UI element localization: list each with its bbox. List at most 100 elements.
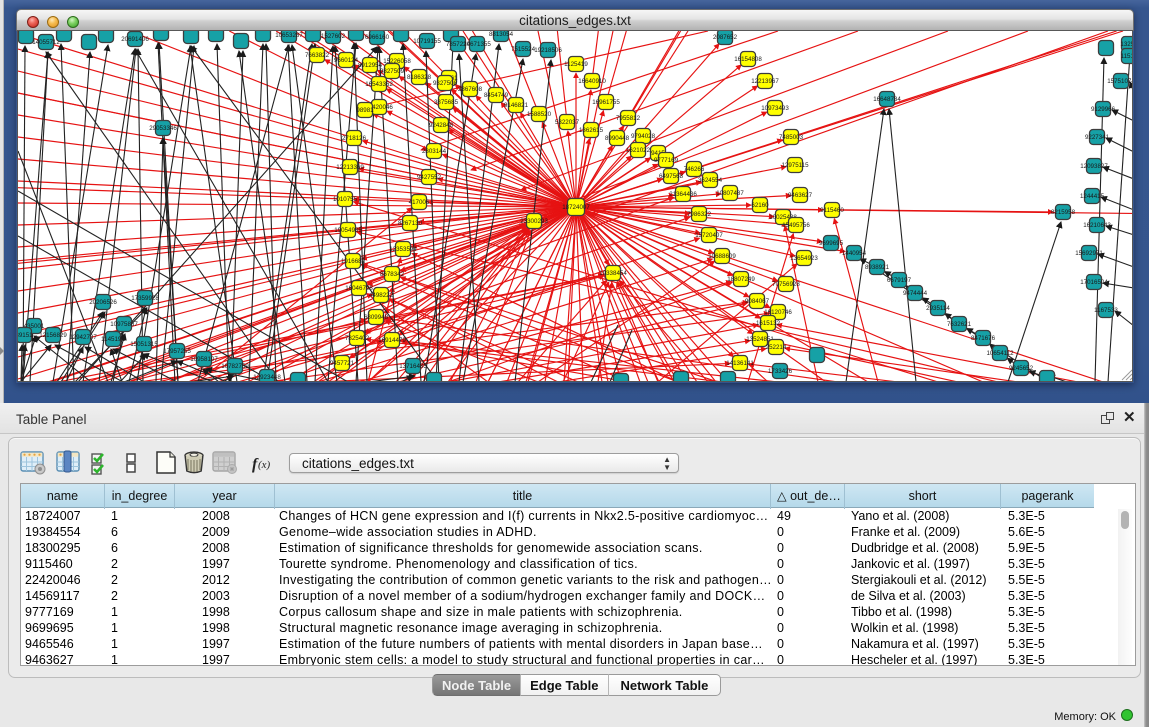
svg-text:23300293: 23300293 — [520, 218, 548, 225]
svg-text:8471676: 8471676 — [971, 335, 996, 342]
svg-text:9084067: 9084067 — [745, 298, 770, 305]
svg-text:10782759: 10782759 — [221, 363, 249, 370]
svg-text:17016504: 17016504 — [1080, 279, 1108, 286]
svg-text:746266: 746266 — [684, 166, 705, 173]
svg-text:1440954: 1440954 — [842, 250, 867, 257]
svg-text:10719155: 10719155 — [413, 38, 441, 45]
svg-text:16961755: 16961755 — [592, 99, 620, 106]
svg-text:7632621: 7632621 — [947, 321, 972, 328]
svg-text:1615132: 1615132 — [756, 320, 781, 327]
svg-text:9777169: 9777169 — [654, 157, 679, 164]
svg-text:16543362: 16543362 — [365, 81, 393, 88]
svg-text:20691406: 20691406 — [121, 36, 149, 43]
svg-text:6966160: 6966160 — [365, 34, 390, 41]
svg-text:7485003: 7485003 — [779, 134, 804, 141]
svg-text:20206526: 20206526 — [89, 299, 117, 306]
svg-text:2867608: 2867608 — [458, 86, 483, 93]
svg-text:2718126: 2718126 — [342, 135, 367, 142]
svg-text:14136141: 14136141 — [726, 360, 754, 367]
svg-text:7986322: 7986322 — [687, 211, 712, 218]
svg-text:16914479: 16914479 — [378, 337, 406, 344]
svg-text:13654923: 13654923 — [790, 255, 818, 262]
svg-text:3624554: 3624554 — [698, 177, 723, 184]
svg-text:12942737: 12942737 — [69, 334, 97, 341]
svg-text:8813054: 8813054 — [489, 31, 514, 38]
svg-text:12213967: 12213967 — [751, 78, 779, 85]
svg-text:8186328: 8186328 — [407, 74, 432, 81]
svg-text:12093827: 12093827 — [1080, 163, 1108, 170]
svg-text:10654112: 10654112 — [986, 350, 1014, 357]
svg-text:2087652: 2087652 — [713, 34, 738, 41]
svg-text:19338454: 19338454 — [599, 270, 627, 277]
svg-text:1244415: 1244415 — [1080, 193, 1105, 200]
svg-text:10975867: 10975867 — [110, 321, 138, 328]
svg-text:5322037: 5322037 — [555, 119, 580, 126]
svg-text:10688609: 10688609 — [708, 253, 736, 260]
svg-text:(x): (x) — [258, 459, 271, 471]
svg-text:8267130: 8267130 — [398, 220, 423, 227]
svg-text:11512: 11512 — [1121, 53, 1133, 60]
svg-text:1125419: 1125419 — [564, 61, 588, 68]
svg-text:9463627: 9463627 — [788, 192, 813, 199]
svg-text:9146821: 9146821 — [504, 102, 529, 109]
svg-text:7663822: 7663822 — [305, 52, 330, 59]
svg-text:16640910: 16640910 — [578, 78, 606, 85]
svg-text:10807487: 10807487 — [716, 190, 744, 197]
svg-text:1145191: 1145191 — [101, 336, 125, 343]
svg-text:7515524: 7515524 — [511, 46, 536, 53]
svg-text:13254: 13254 — [1120, 41, 1133, 48]
svg-text:6679197: 6679197 — [887, 277, 912, 284]
svg-text:15751074: 15751074 — [1107, 78, 1133, 85]
svg-text:10973493: 10973493 — [761, 105, 789, 112]
svg-text:2803144: 2803144 — [422, 148, 447, 155]
svg-text:1916682: 1916682 — [341, 258, 366, 265]
svg-text:8990448: 8990448 — [605, 135, 630, 142]
svg-text:417006: 417006 — [409, 199, 430, 206]
svg-text:18724007: 18724007 — [562, 204, 590, 211]
svg-text:4498222: 4498222 — [369, 292, 394, 299]
svg-text:29053346: 29053346 — [149, 125, 177, 132]
svg-text:9242848: 9242848 — [429, 122, 454, 129]
svg-text:19218506: 19218506 — [534, 47, 562, 54]
svg-text:15495756: 15495756 — [782, 222, 810, 229]
svg-text:13716485: 13716485 — [399, 363, 427, 370]
svg-text:39151: 39151 — [18, 332, 33, 339]
svg-text:9245652: 9245652 — [1009, 365, 1034, 372]
svg-text:2935114: 2935114 — [926, 305, 950, 312]
svg-text:6809948: 6809948 — [364, 314, 389, 321]
svg-text:1733426: 1733426 — [768, 368, 793, 375]
svg-text:19054985: 19054985 — [334, 227, 362, 234]
svg-text:9227341: 9227341 — [1085, 134, 1110, 141]
svg-text:1621022: 1621022 — [626, 147, 651, 154]
svg-text:9115460: 9115460 — [820, 207, 844, 214]
svg-text:14055712: 14055712 — [32, 39, 60, 46]
svg-text:8912954: 8912954 — [358, 62, 383, 69]
svg-text:70756928: 70756928 — [772, 281, 800, 288]
svg-text:9794028: 9794028 — [631, 133, 656, 140]
svg-text:8454749: 8454749 — [484, 92, 509, 99]
svg-text:12156829: 12156829 — [39, 332, 67, 339]
svg-text:9129966: 9129966 — [1091, 106, 1116, 113]
svg-text:10653287: 10653287 — [275, 32, 303, 39]
svg-text:9427552: 9427552 — [417, 174, 442, 181]
svg-text:1588520: 1588520 — [527, 111, 552, 118]
svg-text:17359928: 17359928 — [131, 295, 159, 302]
svg-text:12353594: 12353594 — [389, 246, 417, 253]
svg-text:16154808: 16154808 — [734, 56, 762, 63]
svg-text:3875685: 3875685 — [434, 99, 459, 106]
svg-text:12975115: 12975115 — [781, 162, 809, 169]
svg-text:9699695: 9699695 — [819, 240, 844, 247]
svg-text:98981: 98981 — [356, 107, 374, 114]
svg-text:1010755: 1010755 — [333, 196, 358, 203]
svg-text:252214: 252214 — [766, 344, 787, 351]
svg-text:12213369: 12213369 — [336, 164, 364, 171]
svg-text:6497568: 6497568 — [659, 173, 684, 180]
svg-text:21364436: 21364436 — [669, 191, 697, 198]
svg-text:1527602: 1527602 — [321, 33, 346, 40]
svg-text:15692971: 15692971 — [1075, 250, 1103, 257]
svg-text:3827509: 3827509 — [380, 68, 405, 75]
svg-text:15051315: 15051315 — [130, 341, 158, 348]
svg-text:9457721: 9457721 — [330, 360, 355, 367]
svg-text:18807249: 18807249 — [727, 276, 755, 283]
svg-text:1167533: 1167533 — [1094, 307, 1118, 314]
